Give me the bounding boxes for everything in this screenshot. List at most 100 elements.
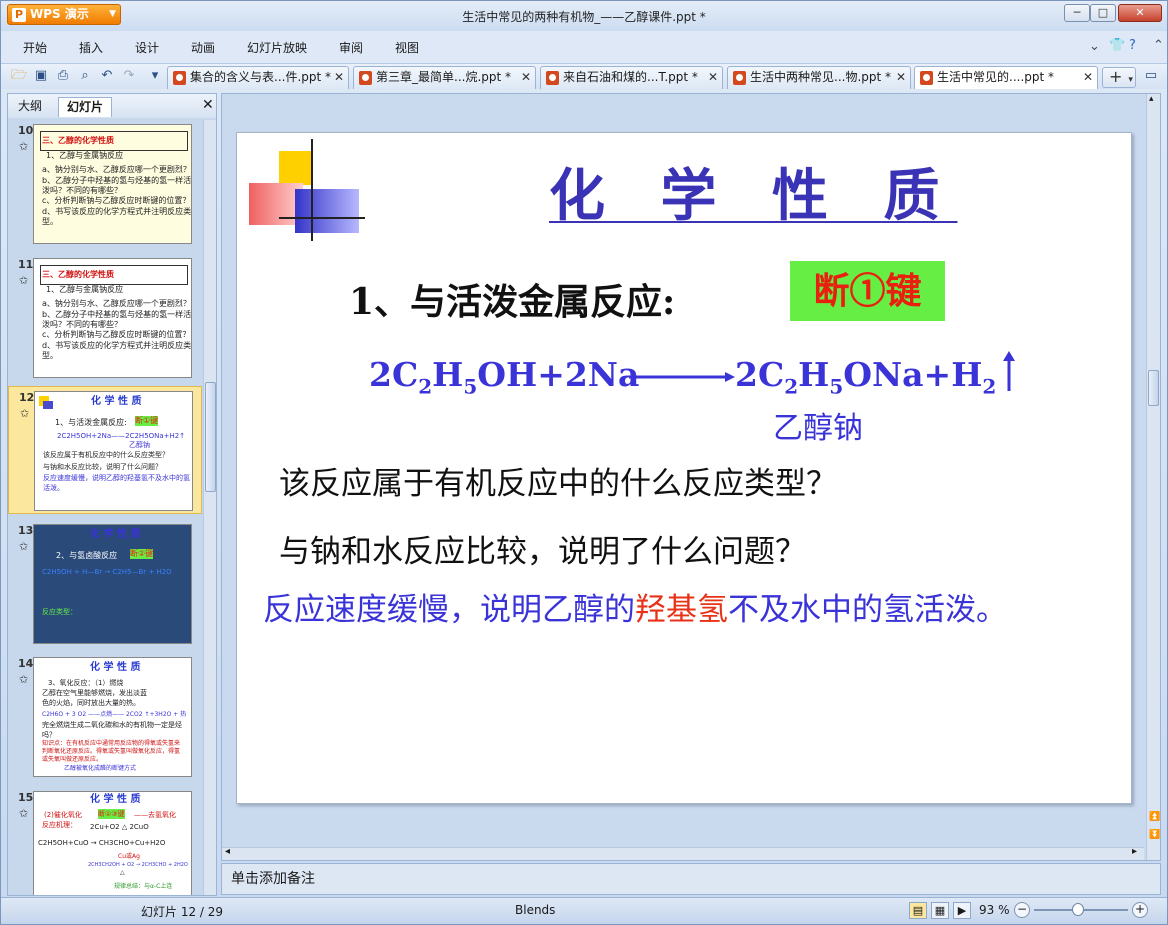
theme-name: Blends [515,903,556,917]
thumb-line: 断②键 [130,549,154,559]
slide-heading[interactable]: 1、与活泼金属反应: [349,273,675,325]
thumb-line: 规律总结：与α-C上连 [114,883,173,890]
eq-sub: 5 [829,374,844,399]
close-tab-icon[interactable]: ✕ [896,67,906,88]
slide-thumb-15[interactable]: 15 ✩ 化 学 性 质 (2)催化氧化 断①③键 ——去氢氧化 反应机理： 2… [8,787,202,895]
close-panel-icon[interactable]: ✕ [202,97,214,113]
slide-counter: 幻灯片 12 / 29 [141,905,224,919]
menu-view[interactable]: 视图 [395,39,419,56]
zoom-slider-handle[interactable] [1072,903,1084,916]
save-icon[interactable]: ▣ [33,68,49,84]
close-tab-icon[interactable]: ✕ [334,67,344,88]
new-tab-button[interactable]: + ▾ [1102,67,1136,88]
slide-editor: 化 学 性 质 1、与活泼金属反应: 断①键 2C2H5OH+2Na 2C2H5… [221,93,1161,861]
answer-highlight: 羟基氢 [635,592,728,628]
thumb-line: 2C2H5OH+2Na——2C2H5ONa+H2↑ [57,432,186,440]
notes-pane[interactable]: 单击添加备注 [221,863,1161,895]
slide-thumb-12-current[interactable]: 12 ✩ 化 学 性 质 1、与活泼金属反应: 断①键 2C2H5OH+2Na—… [8,386,202,514]
menu-home[interactable]: 开始 [23,39,47,56]
slide-thumb-10[interactable]: 10 ✩ 三、乙醇的化学性质 1、乙醇与金属钠反应 a、钠分别与水、乙醇反应哪一… [8,120,202,248]
thumbnail-scrollbar[interactable] [203,120,216,895]
slide-sorter-icon[interactable]: ▦ [931,902,949,919]
thumb-line: △ [120,869,125,876]
menu-review[interactable]: 审阅 [339,39,363,56]
normal-view-icon[interactable]: ▤ [909,902,927,919]
eq-sub: 2 [784,374,799,399]
slide-thumb-11[interactable]: 11 ✩ 三、乙醇的化学性质 1、乙醇与金属钠反应 a、钠分别与水、乙醇反应哪一… [8,254,202,382]
slide-title[interactable]: 化 学 性 质 [549,151,958,232]
maximize-button[interactable]: □ [1090,4,1116,22]
thumb-line: 断①③键 [98,809,125,819]
redo-icon[interactable]: ↷ [121,68,137,84]
ribbon-toggle-icon[interactable]: ⌃ [1153,38,1164,53]
scroll-thumb[interactable] [205,382,216,492]
slide-thumb-14[interactable]: 14 ✩ 化 学 性 质 3、氧化反应：（1）燃烧 乙醇在空气里能够燃烧，发出淡… [8,653,202,781]
minimize-button[interactable]: ─ [1064,4,1090,22]
doc-tab-label: 生活中常见的....ppt * [937,70,1055,84]
menu-animation[interactable]: 动画 [191,39,215,56]
print-icon[interactable]: ⎙ [55,68,71,84]
next-slide-icon[interactable]: ⏬ [1149,830,1160,840]
equation-reactants[interactable]: 2C2H5OH+2Na [369,355,639,399]
scroll-up-icon[interactable]: ▴ [1149,94,1154,104]
zoom-in-button[interactable]: + [1132,902,1148,918]
menu-slideshow[interactable]: 幻灯片放映 [247,39,307,56]
tab-outline[interactable]: 大纲 [10,97,50,117]
shirt-skin-icon[interactable]: 👕 [1109,38,1125,53]
thumb-title: 化 学 性 质 [90,529,141,540]
deco-vertical-line [311,139,313,241]
customize-toolbar-icon[interactable]: ▾ [147,68,163,84]
slide-number: 10 [18,124,34,137]
answer-part: 不及水中的氢活泼。 [728,592,1007,628]
thumb-line: 与钠和水反应比较，说明了什么问题？ [43,463,162,471]
ppt-file-icon [359,71,372,85]
doc-tab-4[interactable]: 生活中两种常见...物.ppt * ✕ [727,66,911,89]
eq-sub: 2 [418,374,433,399]
question-2[interactable]: 与钠和水反应比较，说明了什么问题？ [279,526,806,571]
tab-list-icon[interactable]: ▭ [1143,68,1159,84]
doc-tab-5-active[interactable]: 生活中常见的....ppt * ✕ [914,66,1098,89]
close-tab-icon[interactable]: ✕ [521,67,531,88]
bond-break-tag[interactable]: 断①键 [790,261,945,321]
help-icon[interactable]: ? [1129,38,1136,53]
menu-insert[interactable]: 插入 [79,39,103,56]
answer-text[interactable]: 反应速度缓慢，说明乙醇的羟基氢不及水中的氢活泼。 [263,584,1007,629]
thumb-line: 乙醇被氧化成醛的断键方式 [64,765,137,772]
animation-star-icon: ✩ [19,140,29,153]
doc-tab-3[interactable]: 来自石油和煤的...T.ppt * ✕ [540,66,723,89]
sodium-ethoxide-label[interactable]: 乙醇钠 [773,403,863,447]
equation-products[interactable]: 2C2H5ONa+H2 [735,355,996,399]
thumb-line: 1、乙醇与金属钠反应 [46,151,124,160]
slide-canvas[interactable]: 化 学 性 质 1、与活泼金属反应: 断①键 2C2H5OH+2Na 2C2H5… [236,132,1132,804]
thumb-preview: 化 学 性 质 3、氧化反应：（1）燃烧 乙醇在空气里能够燃烧，发出淡蓝色的火焰… [33,657,192,777]
scroll-right-icon[interactable]: ▸ [1132,846,1137,857]
open-folder-icon[interactable]: 🗁 [11,68,27,84]
chevron-down-icon[interactable]: ⌄ [1089,39,1100,54]
thumb-line: 反应速度缓慢，说明乙醇的羟基氢不及水中的氢活泼。 [43,474,190,492]
slideshow-icon[interactable]: ▶ [953,902,971,919]
undo-icon[interactable]: ↶ [99,68,115,84]
question-1[interactable]: 该反应属于有机反应中的什么反应类型？ [279,458,837,503]
doc-tab-label: 生活中两种常见...物.ppt * [750,70,892,84]
close-tab-icon[interactable]: ✕ [708,67,718,88]
menu-design[interactable]: 设计 [135,39,159,56]
doc-tab-label: 集合的含义与表...件.ppt * [190,70,332,84]
thumb-line: (2)催化氧化 [44,811,82,819]
print-preview-icon[interactable]: ⌕ [77,68,93,84]
scroll-left-icon[interactable]: ◂ [225,846,230,857]
horizontal-scrollbar[interactable]: ◂ ▸ [222,846,1144,860]
close-window-button[interactable]: ✕ [1118,4,1162,22]
doc-tab-1[interactable]: 集合的含义与表...件.ppt * ✕ [167,66,349,89]
prev-slide-icon[interactable]: ⏫ [1149,812,1160,822]
eq-sub: 5 [463,374,478,399]
scroll-thumb[interactable] [1148,370,1159,406]
tab-slides[interactable]: 幻灯片 [58,97,113,117]
zoom-out-button[interactable]: − [1014,902,1030,918]
thumb-preview: 化 学 性 质 2、与氢卤酸反应 断②键 C2H5OH + H—Br → C2H… [33,524,192,644]
vertical-scrollbar[interactable]: ▴ ⏫ ⏬ [1146,94,1160,860]
slide-thumb-13[interactable]: 13 ✩ 化 学 性 质 2、与氢卤酸反应 断②键 C2H5OH + H—Br … [8,520,202,648]
animation-star-icon: ✩ [20,407,30,420]
close-tab-icon[interactable]: ✕ [1083,67,1093,88]
ppt-file-icon [920,71,933,85]
doc-tab-2[interactable]: 第三章_最简单...烷.ppt * ✕ [353,66,536,89]
